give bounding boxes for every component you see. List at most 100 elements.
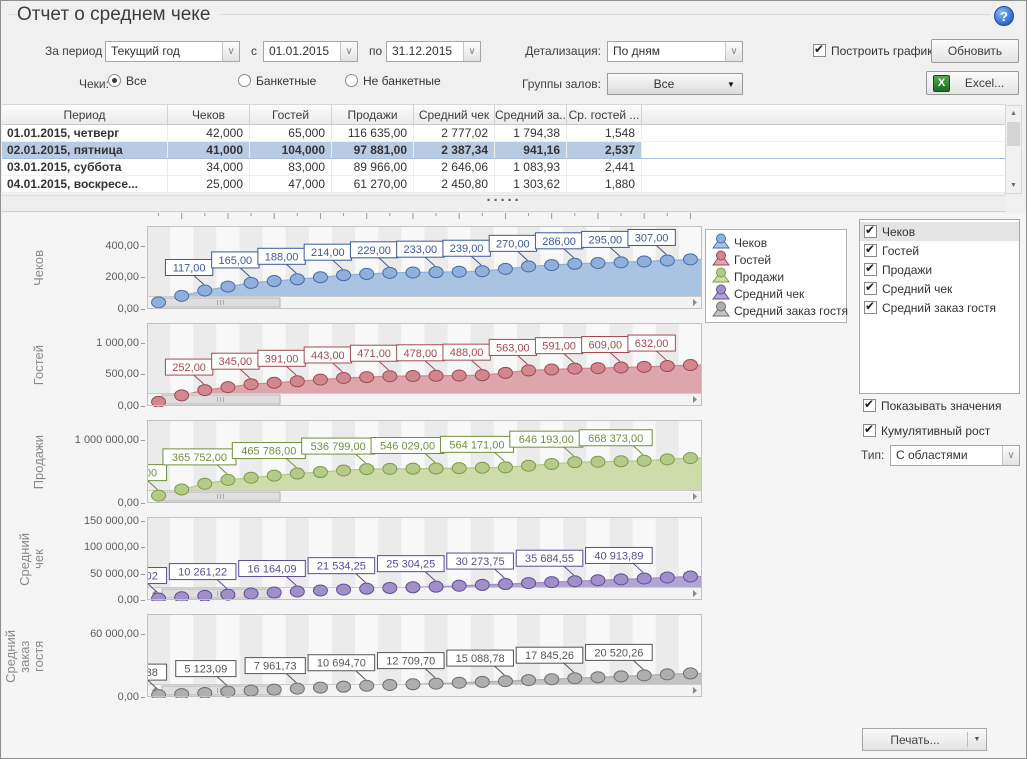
- print-button[interactable]: Печать... ▼: [862, 728, 987, 751]
- series-item-4[interactable]: ✔ Средний чек: [860, 279, 1019, 298]
- chevron-down-icon[interactable]: ∨: [1002, 446, 1019, 465]
- table-row[interactable]: 01.01.2015, четверг42,00065,000116 635,0…: [2, 125, 1006, 142]
- hall-groups-dropdown[interactable]: Все ▼: [607, 73, 743, 95]
- chart-y-axis-title: Средний чек: [2, 517, 46, 601]
- date-from-combobox[interactable]: 01.01.2015 ∨: [263, 41, 358, 62]
- series-item-label: Средний чек: [882, 282, 952, 296]
- svg-text:536 799,00: 536 799,00: [311, 441, 366, 453]
- chart-y-axis: 60 000,000,00: [46, 614, 147, 698]
- chart-hscrollbar[interactable]: [148, 491, 702, 503]
- value-cell: 2 646,06: [414, 159, 495, 175]
- value-cell: 2 777,02: [414, 125, 495, 141]
- value-cell: 2,537: [567, 142, 642, 158]
- chart-hscrollbar[interactable]: [148, 394, 702, 406]
- build-chart-checkbox[interactable]: ✔Построить график: [813, 44, 932, 58]
- table-header-cell[interactable]: Гостей: [250, 104, 332, 125]
- series-item-5[interactable]: ✔ Средний заказ гостя: [860, 298, 1019, 317]
- svg-text:465 786,00: 465 786,00: [241, 446, 296, 458]
- legend-label: Чеков: [734, 236, 767, 250]
- chart-row-3: Продажи1 000 000,000,00116 635,00365 752…: [2, 420, 702, 504]
- detail-label: Детализация:: [481, 41, 601, 62]
- checkbox-icon: ✔: [864, 301, 877, 314]
- checks-radio-1[interactable]: Банкетные: [238, 74, 316, 88]
- date-to-combobox[interactable]: 31.12.2015 ∨: [386, 41, 481, 62]
- table-row[interactable]: 02.01.2015, пятница41,000104,00097 881,0…: [2, 142, 1006, 159]
- y-tick-label: 50 000,00: [47, 568, 147, 580]
- show-values-checkbox[interactable]: ✔Показывать значения: [863, 399, 1002, 413]
- y-tick-label: 1 000,00: [47, 337, 147, 349]
- svg-text:478,00: 478,00: [404, 348, 438, 360]
- hall-groups-label: Группы залов:: [481, 74, 601, 95]
- y-title-text: Средний заказ гостя: [4, 630, 46, 683]
- value-cell: 1 083,93: [495, 159, 567, 175]
- radio-icon: [238, 74, 251, 87]
- series-item-1[interactable]: ✔Чеков: [860, 222, 1019, 241]
- table-row[interactable]: 04.01.2015, воскресе...25,00047,00061 27…: [2, 176, 1006, 193]
- type-combobox[interactable]: С областями ∨: [890, 445, 1020, 466]
- y-tick-label: 60 000,00: [47, 628, 147, 640]
- scrollbar-thumb[interactable]: [1007, 122, 1020, 146]
- svg-text:116 635,00: 116 635,00: [147, 468, 157, 480]
- value-cell: 97 881,00: [332, 142, 414, 158]
- legend-label: Средний заказ гостя: [734, 304, 848, 318]
- chevron-down-icon[interactable]: ∨: [725, 42, 742, 61]
- value-cell: 34,000: [168, 159, 250, 175]
- series-item-2[interactable]: ✔Гостей: [860, 241, 1019, 260]
- svg-text:286,00: 286,00: [542, 236, 576, 248]
- report-window: Отчет о среднем чеке ? За период Текущий…: [0, 0, 1027, 759]
- svg-text:15 088,78: 15 088,78: [456, 653, 505, 665]
- table-header-cell[interactable]: Период: [2, 104, 168, 125]
- chart-y-axis: 1 000 000,000,00: [46, 420, 147, 504]
- help-icon[interactable]: ?: [994, 6, 1014, 26]
- radio-label: Банкетные: [256, 74, 316, 88]
- value-cell: 2 387,34: [414, 142, 495, 158]
- excel-button[interactable]: X Excel...: [926, 71, 1019, 95]
- refresh-button[interactable]: Обновить: [931, 39, 1019, 63]
- radio-icon: [345, 74, 358, 87]
- check-mark: ✔: [865, 223, 875, 237]
- period-cell: 01.01.2015, четверг: [2, 125, 168, 141]
- legend-label: Средний чек: [734, 287, 804, 301]
- svg-text:229,00: 229,00: [357, 245, 391, 257]
- value-cell: 61 270,00: [332, 176, 414, 192]
- detail-combobox[interactable]: По дням ∨: [607, 41, 743, 62]
- series-item-3[interactable]: ✔Продажи: [860, 260, 1019, 279]
- svg-text:10 694,70: 10 694,70: [317, 658, 366, 670]
- chevron-down-icon[interactable]: ∨: [222, 42, 239, 61]
- chart-hscrollbar[interactable]: [148, 297, 702, 309]
- checks-label: Чеки:: [79, 74, 109, 95]
- type-label: Тип:: [861, 445, 884, 466]
- svg-text:609,00: 609,00: [589, 340, 623, 352]
- series-checklist: ✔Чеков✔Гостей✔Продажи ✔ Средний чек ✔ Средни…: [859, 219, 1020, 394]
- table-header-cell[interactable]: Ср. гостей ...: [567, 104, 642, 125]
- y-tick-label: 0,00: [47, 594, 147, 606]
- svg-text:165,00: 165,00: [219, 255, 253, 267]
- scroll-down-icon[interactable]: ▼: [1006, 178, 1021, 193]
- value-cell: 2 450,80: [414, 176, 495, 192]
- chart-plot-area: 2 777,0210 261,2216 164,0921 534,2525 30…: [147, 517, 702, 601]
- series-item-label: Средний заказ гостя: [882, 301, 996, 315]
- hall-groups-value: Все: [608, 77, 720, 91]
- svg-text:443,00: 443,00: [311, 350, 345, 362]
- period-combobox[interactable]: Текущий год ∨: [105, 41, 240, 62]
- chevron-down-icon[interactable]: ∨: [463, 42, 480, 61]
- checkbox-icon: ✔: [864, 282, 877, 295]
- checkbox-icon: ✔: [863, 399, 876, 412]
- table-header-cell[interactable]: Чеков: [168, 104, 250, 125]
- dropdown-arrow-icon[interactable]: ▼: [968, 736, 986, 743]
- checks-radio-2[interactable]: Не банкетные: [345, 74, 441, 88]
- table-header-cell[interactable]: Средний чек: [414, 104, 495, 125]
- table-header-cell[interactable]: Продажи: [332, 104, 414, 125]
- cumulative-checkbox[interactable]: ✔Кумулятивный рост: [863, 424, 990, 438]
- table-header-cell[interactable]: Средний за...: [495, 104, 567, 125]
- chevron-down-icon[interactable]: ∨: [340, 42, 357, 61]
- table-vertical-scrollbar[interactable]: ▲ ▼: [1005, 105, 1022, 194]
- table-row[interactable]: 03.01.2015, суббота34,00083,00089 966,00…: [2, 159, 1006, 176]
- y-tick-label: 150 000,00: [47, 515, 147, 527]
- scroll-up-icon[interactable]: ▲: [1006, 106, 1021, 121]
- y-tick-label: 500,00: [47, 368, 147, 380]
- checkbox-icon: ✔: [813, 44, 826, 57]
- table-chart-splitter[interactable]: ·····: [2, 195, 1006, 212]
- chart-plot-area: 116 635,00365 752,00465 786,00536 799,00…: [147, 420, 702, 504]
- checks-radio-0[interactable]: Все: [108, 74, 147, 88]
